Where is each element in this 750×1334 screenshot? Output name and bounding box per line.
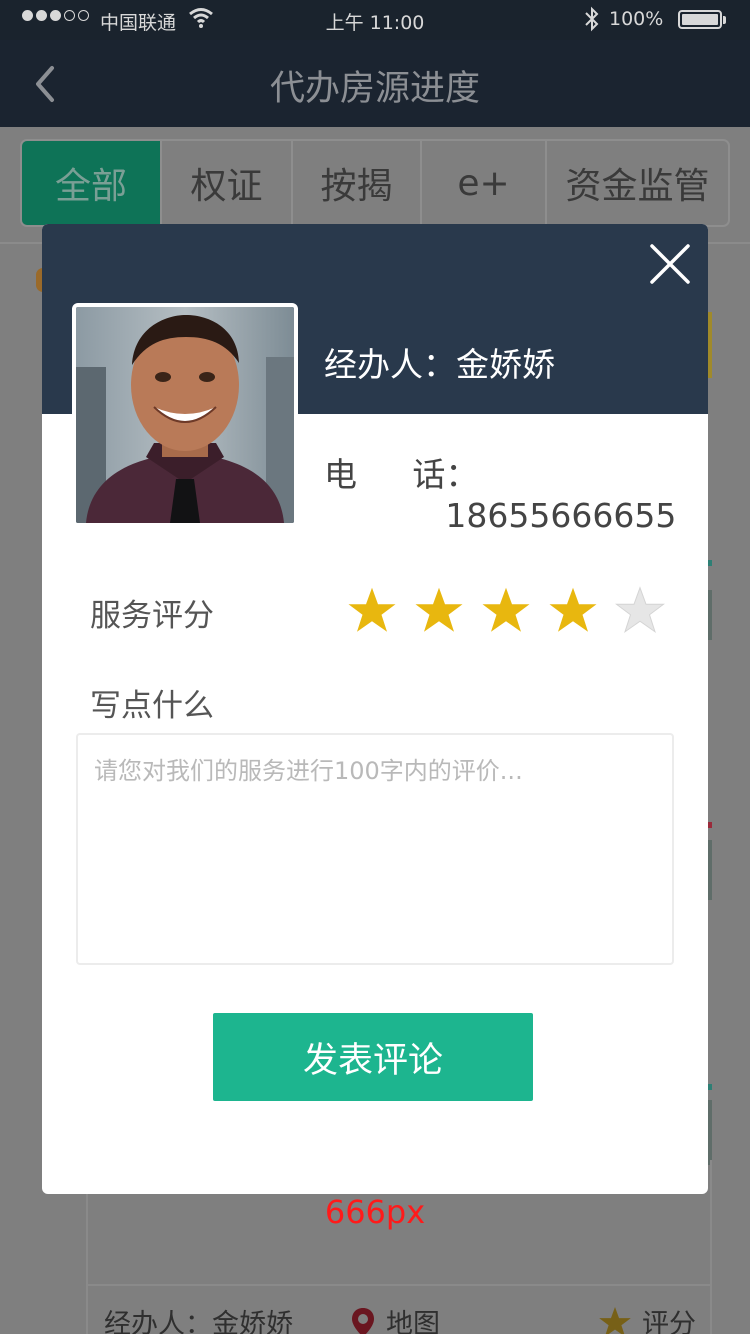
- tab-all[interactable]: 全部: [22, 141, 162, 225]
- category-tabs: 全部 权证 按揭 e+ 资金监管: [20, 139, 730, 227]
- rating-dialog: 经办人：金娇娇 电 话 ：18655666655 服务评分 写点什么 发表评论: [42, 224, 708, 1194]
- rate-link[interactable]: 评分: [598, 1302, 696, 1334]
- dimension-annotation: 666px: [324, 1193, 426, 1231]
- star-filled-icon[interactable]: [347, 585, 397, 635]
- star-filled-icon[interactable]: [548, 585, 598, 635]
- agent-photo: [76, 307, 294, 523]
- nav-bar: 代办房源进度: [0, 40, 750, 127]
- phone-label-char: 电: [324, 455, 357, 494]
- bluetooth-icon: [585, 6, 599, 32]
- comment-input[interactable]: [76, 733, 674, 965]
- phone-number[interactable]: ：18655666655: [445, 448, 708, 535]
- rating-label: 服务评分: [90, 598, 214, 634]
- tab-certificate[interactable]: 权证: [162, 141, 293, 225]
- map-label: 地图: [386, 1309, 440, 1334]
- card-edge: [708, 1100, 712, 1165]
- star-empty-icon[interactable]: [615, 585, 665, 635]
- avatar: [72, 303, 298, 527]
- map-pin-icon: [352, 1307, 374, 1334]
- card-footer: 经办人：金娇娇 地图 评分: [86, 1284, 712, 1334]
- close-icon[interactable]: [646, 240, 694, 288]
- page-title: 代办房源进度: [269, 69, 480, 109]
- star-filled-icon[interactable]: [481, 585, 531, 635]
- phone-label-char: 话: [412, 455, 446, 494]
- card-edge: [708, 1084, 712, 1090]
- agent-phone: 电 话 ：18655666655: [324, 448, 708, 535]
- card-agent: 经办人：金娇娇: [104, 1309, 293, 1334]
- battery-icon: [678, 10, 722, 29]
- tab-e-plus[interactable]: e+: [422, 141, 547, 225]
- status-bar: 中国联通 上午 11:00 100%: [0, 0, 750, 40]
- card-edge: [708, 822, 712, 828]
- star-filled-icon[interactable]: [414, 585, 464, 635]
- comment-label: 写点什么: [90, 688, 214, 724]
- tab-mortgage[interactable]: 按揭: [293, 141, 422, 225]
- card-edge: [708, 560, 712, 566]
- star-rating[interactable]: [347, 585, 665, 635]
- submit-comment-button[interactable]: 发表评论: [213, 1013, 533, 1101]
- map-link[interactable]: 地图: [350, 1302, 440, 1334]
- tab-fund-supervision[interactable]: 资金监管: [547, 141, 728, 225]
- rate-label: 评分: [642, 1309, 696, 1334]
- card-edge: [708, 840, 712, 900]
- battery-percent: 100%: [609, 8, 664, 30]
- star-icon: [599, 1306, 631, 1334]
- card-edge: [708, 590, 712, 640]
- agent-name: 经办人：金娇娇: [324, 345, 555, 384]
- phone-label: 电 话: [324, 448, 445, 535]
- battery-tip: [723, 16, 726, 24]
